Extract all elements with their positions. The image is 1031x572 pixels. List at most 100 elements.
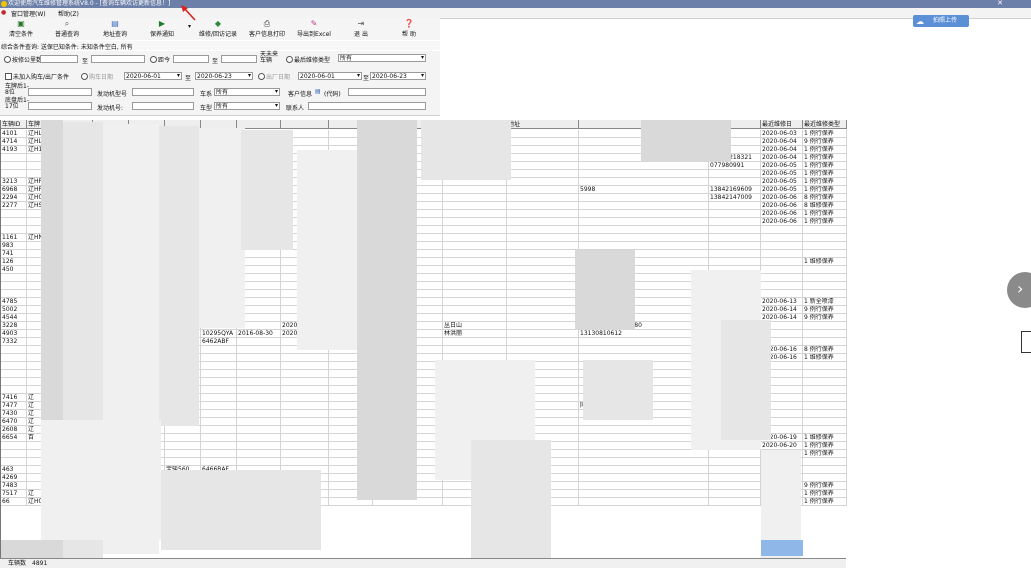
- table-cell[interactable]: 1 例行保养: [803, 186, 847, 194]
- table-cell[interactable]: [237, 386, 281, 394]
- table-cell[interactable]: [165, 434, 201, 442]
- table-cell[interactable]: [443, 234, 507, 242]
- table-cell[interactable]: [1, 450, 27, 458]
- table-cell[interactable]: [803, 458, 847, 466]
- table-cell[interactable]: 4714: [1, 138, 27, 146]
- table-cell[interactable]: [443, 250, 507, 258]
- table-cell[interactable]: [237, 418, 281, 426]
- customer-info-icon[interactable]: ▤: [315, 88, 321, 95]
- export-excel-button[interactable]: ✎ 导出到Excel: [291, 19, 337, 38]
- table-cell[interactable]: 7483: [1, 482, 27, 490]
- table-cell[interactable]: [281, 394, 329, 402]
- table-cell[interactable]: [237, 426, 281, 434]
- table-cell[interactable]: 6462ABF: [201, 338, 237, 346]
- engine-model-input[interactable]: [132, 88, 194, 96]
- table-cell[interactable]: [507, 138, 579, 146]
- table-cell[interactable]: [803, 282, 847, 290]
- table-cell[interactable]: [281, 450, 329, 458]
- table-cell[interactable]: [579, 338, 709, 346]
- table-cell[interactable]: [237, 402, 281, 410]
- table-cell[interactable]: [709, 466, 761, 474]
- table-cell[interactable]: 6470: [1, 418, 27, 426]
- app-menu-icon[interactable]: ●: [1, 9, 6, 16]
- table-cell[interactable]: [507, 202, 579, 210]
- column-header[interactable]: 地址: [507, 120, 579, 129]
- table-cell[interactable]: [443, 218, 507, 226]
- table-cell[interactable]: 2020-06-04: [761, 146, 803, 154]
- table-cell[interactable]: [443, 338, 507, 346]
- table-cell[interactable]: [1, 282, 27, 290]
- table-cell[interactable]: [443, 258, 507, 266]
- table-cell[interactable]: [281, 362, 329, 370]
- table-cell[interactable]: 2020-06-03: [761, 130, 803, 138]
- table-cell[interactable]: [201, 434, 237, 442]
- table-cell[interactable]: [281, 442, 329, 450]
- table-cell[interactable]: 1 例行保养: [803, 170, 847, 178]
- table-cell[interactable]: 13130810612: [579, 330, 709, 338]
- table-cell[interactable]: [507, 258, 579, 266]
- table-cell[interactable]: [1, 362, 27, 370]
- table-cell[interactable]: [281, 354, 329, 362]
- table-cell[interactable]: 1161: [1, 234, 27, 242]
- table-cell[interactable]: [803, 402, 847, 410]
- table-cell[interactable]: [579, 242, 709, 250]
- days-from-input[interactable]: [173, 55, 209, 63]
- table-cell[interactable]: 2020-06-14: [761, 306, 803, 314]
- table-cell[interactable]: [507, 242, 579, 250]
- menu-help[interactable]: 帮助(Z): [58, 9, 79, 18]
- table-cell[interactable]: [507, 146, 579, 154]
- table-cell[interactable]: [507, 210, 579, 218]
- last-type-select[interactable]: 所有: [338, 54, 426, 62]
- table-cell[interactable]: [237, 442, 281, 450]
- table-cell[interactable]: [709, 234, 761, 242]
- table-cell[interactable]: [579, 434, 709, 442]
- table-cell[interactable]: 1 例行保养: [803, 130, 847, 138]
- table-cell[interactable]: [237, 354, 281, 362]
- repair-visit-record-button[interactable]: ◆ 维修/回访记录: [194, 19, 242, 38]
- table-cell[interactable]: [803, 226, 847, 234]
- table-cell[interactable]: [237, 346, 281, 354]
- table-cell[interactable]: 2020-06-05: [761, 162, 803, 170]
- table-cell[interactable]: [237, 434, 281, 442]
- table-cell[interactable]: [1, 162, 27, 170]
- table-cell[interactable]: 2020-06-06: [761, 218, 803, 226]
- table-cell[interactable]: [803, 378, 847, 386]
- table-cell[interactable]: [507, 330, 579, 338]
- table-cell[interactable]: [281, 410, 329, 418]
- side-panel-tab[interactable]: [1021, 331, 1031, 353]
- table-cell[interactable]: [507, 322, 579, 330]
- table-cell[interactable]: [1, 290, 27, 298]
- mileage-radio[interactable]: 按修公里数: [4, 55, 42, 64]
- table-cell[interactable]: [507, 218, 579, 226]
- table-cell[interactable]: [443, 290, 507, 298]
- table-cell[interactable]: 7477: [1, 402, 27, 410]
- table-cell[interactable]: [803, 338, 847, 346]
- table-cell[interactable]: [507, 186, 579, 194]
- table-cell[interactable]: 2016-08-30: [237, 330, 281, 338]
- table-cell[interactable]: [709, 242, 761, 250]
- table-cell[interactable]: [579, 226, 709, 234]
- table-cell[interactable]: [507, 154, 579, 162]
- table-cell[interactable]: [579, 442, 709, 450]
- table-cell[interactable]: [579, 202, 709, 210]
- table-cell[interactable]: [709, 218, 761, 226]
- table-cell[interactable]: 9 例行保养: [803, 138, 847, 146]
- table-cell[interactable]: [281, 434, 329, 442]
- engine-no-input[interactable]: [132, 102, 194, 110]
- table-cell[interactable]: [709, 450, 761, 458]
- table-cell[interactable]: [1, 154, 27, 162]
- table-cell[interactable]: [761, 250, 803, 258]
- table-cell[interactable]: 丛日山: [443, 322, 507, 330]
- table-cell[interactable]: 1 例行保养: [803, 154, 847, 162]
- table-cell[interactable]: [443, 210, 507, 218]
- table-cell[interactable]: [709, 250, 761, 258]
- table-cell[interactable]: [507, 178, 579, 186]
- table-cell[interactable]: [237, 458, 281, 466]
- plate-input[interactable]: [28, 88, 92, 96]
- table-cell[interactable]: [281, 378, 329, 386]
- table-cell[interactable]: [237, 410, 281, 418]
- table-cell[interactable]: [709, 474, 761, 482]
- table-cell[interactable]: [761, 226, 803, 234]
- table-cell[interactable]: [443, 298, 507, 306]
- table-cell[interactable]: [709, 498, 761, 506]
